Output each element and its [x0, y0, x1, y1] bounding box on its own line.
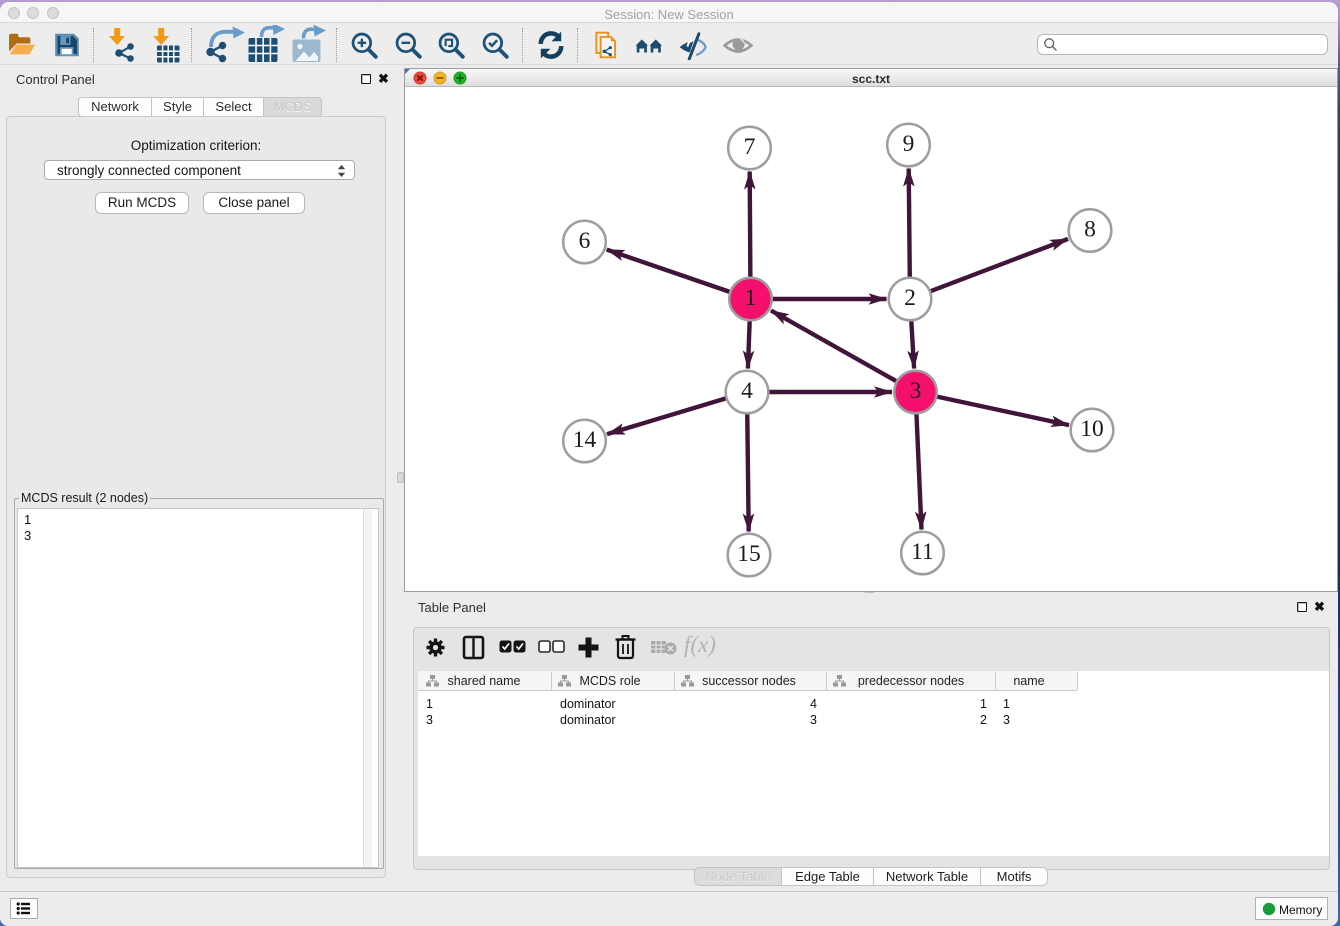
svg-text:9: 9	[903, 131, 915, 157]
svg-text:2: 2	[904, 285, 916, 311]
svg-text:11: 11	[911, 539, 934, 565]
svg-text:3: 3	[910, 378, 922, 404]
svg-text:10: 10	[1080, 416, 1104, 442]
svg-text:4: 4	[741, 378, 753, 404]
svg-text:14: 14	[573, 427, 597, 453]
svg-text:7: 7	[744, 134, 756, 160]
svg-text:8: 8	[1084, 217, 1096, 243]
svg-text:1: 1	[745, 285, 757, 311]
svg-text:15: 15	[737, 541, 761, 567]
svg-text:6: 6	[579, 228, 591, 254]
